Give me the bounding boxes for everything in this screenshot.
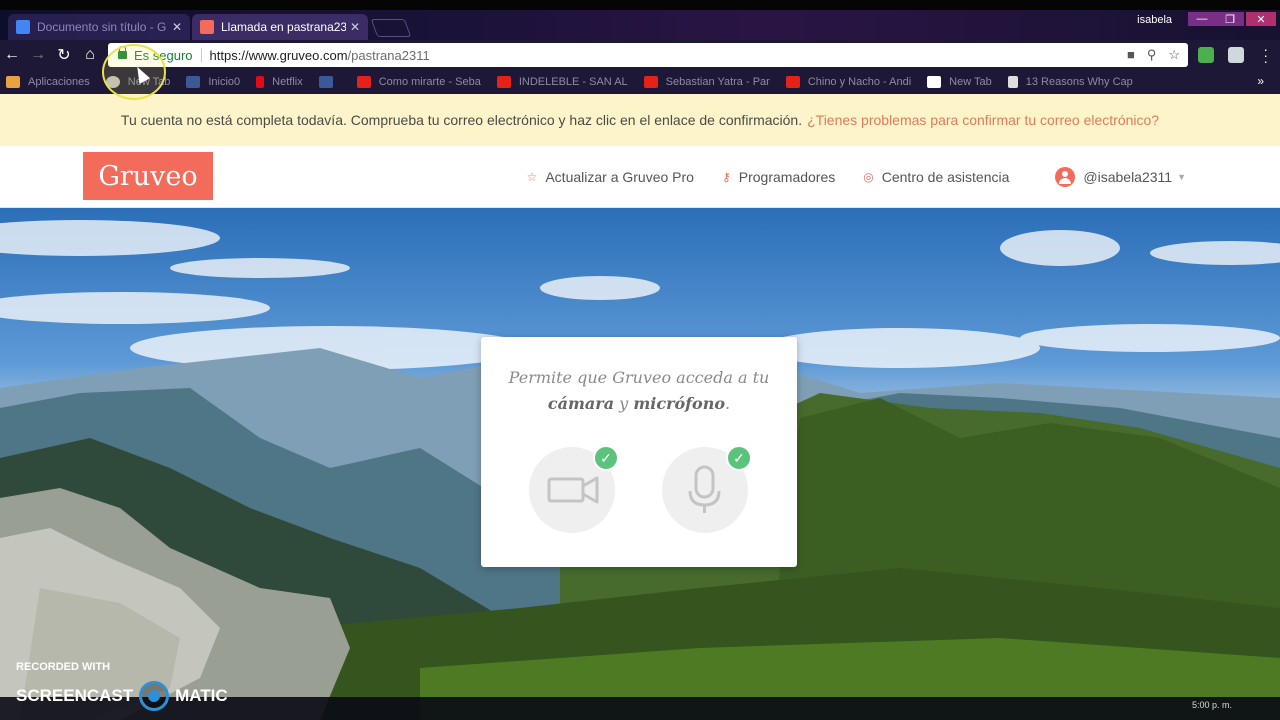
gruveo-logo[interactable]: Gruveo (83, 152, 213, 200)
menu-icon[interactable]: · · · (1263, 42, 1268, 68)
nav-label: Centro de asistencia (881, 169, 1010, 185)
address-bar[interactable]: Es seguro https://www.gruveo.com/pastran… (108, 43, 1188, 67)
nav-label: Programadores (738, 169, 836, 185)
bookmark-item[interactable] (318, 76, 341, 88)
tab-title: Documento sin título - G (37, 20, 167, 34)
microphone-word: micrófono (633, 394, 726, 413)
close-icon[interactable]: ✕ (350, 20, 360, 34)
bookmark-item[interactable]: Netflix (256, 76, 303, 88)
gruveo-icon (200, 20, 214, 34)
url-path: /pastrana2311 (347, 47, 430, 63)
netflix-icon (256, 76, 265, 88)
bookmarks-bar: Aplicaciones New Tab Inicio0 Netflix Com… (0, 70, 1280, 94)
maximize-button[interactable]: ❐ (1216, 12, 1244, 26)
microphone-permission: ✓ (662, 445, 752, 533)
screencast-logo-icon (139, 681, 170, 711)
minimize-button[interactable]: — (1188, 12, 1216, 26)
bookmark-label: Chino y Nacho - Andi (807, 76, 912, 88)
letterbox (0, 0, 1280, 10)
check-icon: ✓ (593, 445, 619, 471)
new-tab-button[interactable] (370, 19, 412, 37)
chevron-down-icon: ▼ (1177, 172, 1186, 182)
camera-permission: ✓ (529, 445, 619, 533)
camera-word: cámara (547, 394, 615, 413)
nav-help-center[interactable]: ◎ Centro de asistencia (863, 169, 1009, 185)
nav-label: Actualizar a Gruveo Pro (545, 169, 694, 185)
bookmark-label: 13 Reasons Why Cap (1025, 76, 1133, 88)
reload-icon[interactable]: ↻ (54, 45, 74, 65)
bookmark-item[interactable]: Como mirarte - Seba (356, 76, 481, 88)
bookmark-item[interactable]: Aplicaciones (6, 76, 90, 88)
blank-page-icon (927, 76, 942, 88)
bookmark-label: New Tab (949, 76, 992, 88)
username: @isabela2311 (1083, 169, 1173, 185)
window-close-button[interactable]: ✕ (1246, 12, 1276, 26)
back-arrow-icon[interactable]: ← (2, 45, 22, 65)
apps-grid-icon (6, 76, 20, 88)
document-icon (1007, 76, 1018, 88)
bookmark-label: Sebastian Yatra - Par (665, 76, 770, 88)
youtube-icon (643, 76, 658, 88)
youtube-icon (785, 76, 800, 88)
taskbar-clock: 5:00 p. m. (1191, 700, 1232, 710)
and-word: y (619, 394, 629, 413)
screencast-watermark: SCREENCAST MATIC (16, 681, 228, 711)
browser-tab-bar: Documento sin título - G ✕ Llamada en pa… (0, 10, 1280, 40)
tab-title: Llamada en pastrana231 (221, 20, 346, 34)
facebook-icon (186, 76, 201, 88)
bookmark-item[interactable]: Sebastian Yatra - Par (643, 76, 770, 88)
bookmark-item[interactable]: New Tab (927, 76, 992, 88)
nav-developers[interactable]: ⚷ Programadores (722, 169, 835, 185)
site-nav: ☆ Actualizar a Gruveo Pro ⚷ Programadores … (499, 146, 1186, 208)
screen: Documento sin título - G ✕ Llamada en pa… (0, 0, 1280, 720)
nav-upgrade-pro[interactable]: ☆ Actualizar a Gruveo Pro (527, 169, 694, 185)
bookmark-item[interactable]: 13 Reasons Why Cap (1007, 76, 1133, 88)
bookmark-star-icon[interactable]: ☆ (1168, 47, 1180, 63)
permission-line1: Permite que Gruveo acceda a tu (508, 368, 770, 387)
key-icon: ⚷ (721, 170, 731, 184)
bookmark-item[interactable]: Inicio0 (186, 76, 240, 88)
google-docs-icon (16, 20, 30, 34)
bookmark-label: Como mirarte - Seba (378, 76, 481, 88)
youtube-icon (496, 76, 511, 88)
extension-icon[interactable] (1198, 47, 1214, 63)
check-icon: ✓ (726, 445, 752, 471)
omnibox-icons: ■ ⚲ ☆ (1127, 47, 1180, 63)
youtube-icon (356, 76, 371, 88)
bookmark-item[interactable]: INDELEBLE - SAN AL (496, 76, 628, 88)
star-icon: ☆ (526, 170, 538, 184)
tab-documento[interactable]: Documento sin título - G ✕ (8, 14, 190, 40)
bookmark-label: Inicio0 (208, 76, 241, 88)
permission-message: Permite que Gruveo acceda a tu cámara y … (481, 365, 797, 417)
browser-toolbar: ← → ↻ ⌂ Es seguro https://www.gruveo.com… (0, 40, 1280, 70)
avatar (1055, 167, 1076, 187)
url-host: https://www.gruveo.com (209, 47, 348, 63)
home-icon[interactable]: ⌂ (80, 45, 100, 65)
close-icon[interactable]: ✕ (172, 20, 182, 34)
bookmarks-overflow-icon[interactable]: » (1257, 74, 1264, 88)
site-header: Gruveo ☆ Actualizar a Gruveo Pro ⚷ Program… (0, 146, 1280, 208)
account-notice-bar: Tu cuenta no está completa todavía. Comp… (0, 94, 1280, 146)
extension-icon[interactable] (1228, 47, 1244, 63)
watermark-line1: RECORDED WITH (16, 661, 111, 673)
bookmark-item[interactable]: Chino y Nacho - Andi (785, 76, 912, 88)
camera-icon[interactable]: ■ (1127, 47, 1135, 63)
confirm-email-help-link[interactable]: ¿Tienes problemas para confirmar tu corr… (807, 112, 1159, 128)
lifebuoy-icon: ◎ (863, 170, 874, 184)
user-menu[interactable]: @isabela2311 ▼ (1055, 167, 1186, 187)
tab-llamada[interactable]: Llamada en pastrana231 ✕ (192, 14, 368, 40)
pin-icon[interactable]: ⚲ (1147, 47, 1157, 63)
bookmark-label: Aplicaciones (28, 76, 90, 88)
bookmark-label: INDELEBLE - SAN AL (518, 76, 628, 88)
watermark-left: SCREENCAST (16, 686, 134, 705)
forward-arrow-icon[interactable]: → (28, 45, 48, 65)
facebook-icon (318, 76, 333, 88)
period: . (725, 394, 731, 413)
notice-text: Tu cuenta no está completa todavía. Comp… (120, 112, 803, 128)
permission-dialog: Permite que Gruveo acceda a tu cámara y … (481, 337, 797, 567)
divider (200, 48, 202, 62)
profile-name[interactable]: isabela (1137, 14, 1172, 26)
bookmark-label: Netflix (272, 76, 303, 88)
watermark-right: MATIC (175, 686, 228, 705)
